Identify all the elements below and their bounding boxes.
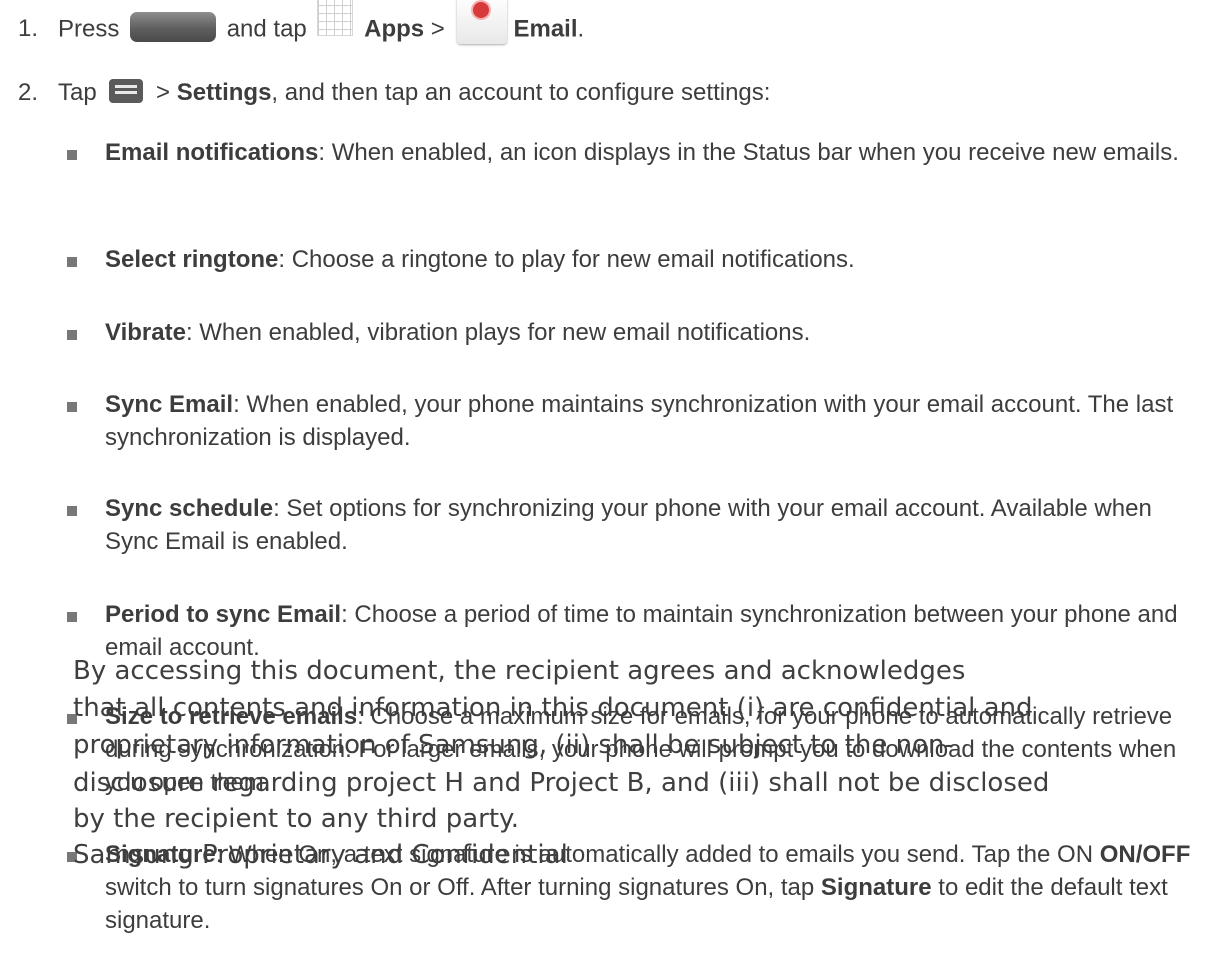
setting-desc: : When enabled, an icon displays in the … [318,139,1179,166]
watermark-line: proprietary information of Samsung, (ii)… [73,730,954,760]
bullet-marker [67,150,77,160]
list-item: Sync Email: When enabled, your phone mai… [105,388,1200,454]
watermark-line: that all contents and information in thi… [73,693,1033,723]
watermark-line: Samsung Proprietary and Confidential [73,840,568,870]
setting-term: ON/OFF [1099,841,1191,868]
separator: > [156,79,171,106]
setting-term: Sync schedule [105,495,274,522]
apps-label: Apps [364,15,425,43]
setting-desc: switch to turn signatures On or Off. Aft… [105,874,821,901]
bullet-marker [67,257,77,267]
bullet-marker [67,402,77,412]
setting-term: Sync Email [105,391,234,418]
apps-icon [317,0,354,36]
separator: > [430,15,445,43]
list-item: Sync schedule: Set options for synchroni… [105,492,1200,558]
step-text: Tap [58,79,97,106]
setting-term: Select ringtone [105,246,279,273]
setting-desc: : Choose a ringtone to play for new emai… [278,246,855,273]
step-2: 2. Tap > Settings, and then tap an accoun… [18,76,770,109]
step-number: 2. [18,79,39,106]
step-number: 1. [18,15,39,43]
setting-term: Signature [820,874,932,901]
setting-term: Vibrate [105,319,186,346]
setting-desc: : When enabled, your phone maintains syn… [105,391,1174,451]
setting-term: Period to sync Email [105,601,342,628]
watermark-line: disclosure regarding project H and Proje… [73,768,1050,798]
period: . [577,15,585,43]
step-1: 1. Press and tap Apps > Email. [18,0,585,54]
watermark-line: by the recipient to any third party. [73,804,519,834]
bullet-marker [67,330,77,340]
step-text: , and then tap an account to configure s… [271,79,771,106]
home-key-icon [130,12,217,42]
bullet-marker [67,506,77,516]
watermark-line: By accessing this document, the recipien… [73,656,966,686]
settings-label: Settings [176,79,272,106]
menu-icon [109,78,144,103]
step-text: and tap [226,15,307,43]
list-item: Vibrate: When enabled, vibration plays f… [105,316,1200,349]
step-text: Press [58,15,120,43]
email-label: Email [513,15,578,43]
setting-term: Email notifications [105,139,319,166]
list-item: Email notifications: When enabled, an ic… [105,136,1200,169]
email-app-icon [457,0,508,44]
bullet-marker [67,612,77,622]
list-item: Select ringtone: Choose a ringtone to pl… [105,243,1200,276]
setting-desc: : When enabled, vibration plays for new … [185,319,811,346]
